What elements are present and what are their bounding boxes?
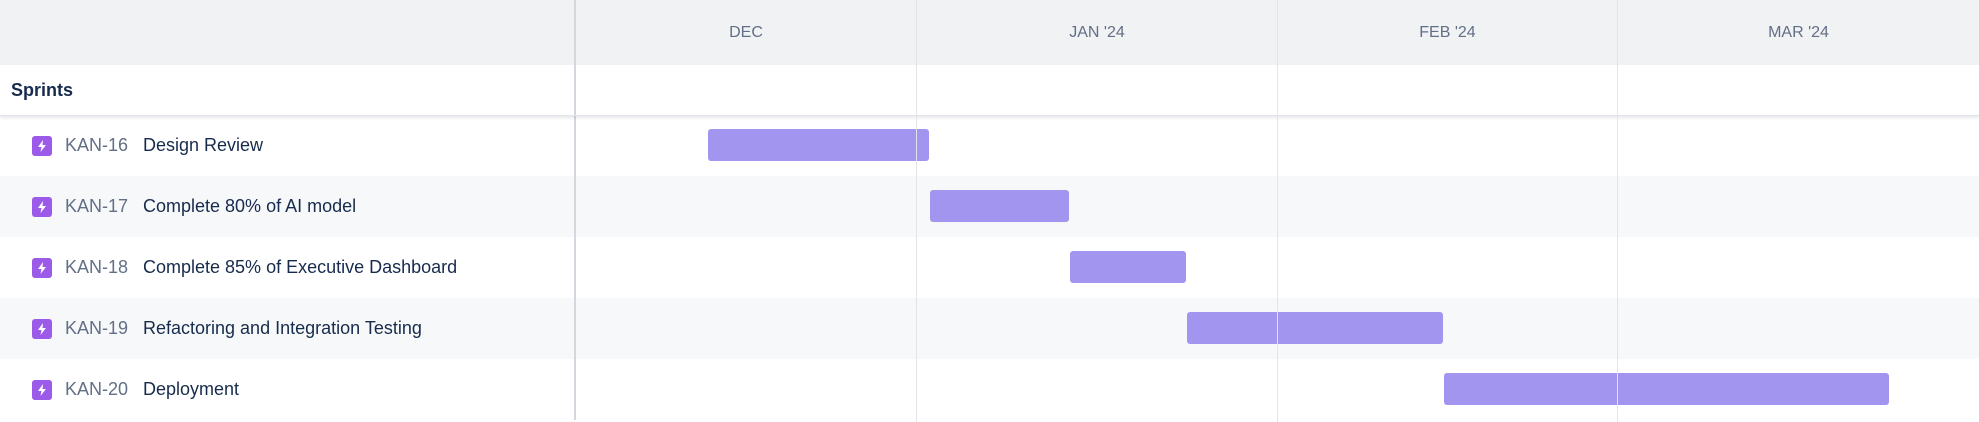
timeline-row-kan-17[interactable]: KAN-17 Complete 80% of AI model [0, 176, 1979, 237]
issue-title[interactable]: Complete 80% of AI model [143, 176, 356, 237]
timeline-rows: KAN-16 Design Review KAN-17 Complete 80%… [0, 115, 1979, 422]
issue-title[interactable]: Deployment [143, 359, 239, 420]
issue-key[interactable]: KAN-19 [65, 298, 128, 359]
epic-lightning-icon [32, 318, 52, 339]
month-header-feb: FEB '24 [1419, 23, 1476, 41]
epic-lightning-icon [32, 135, 52, 156]
timeline-row-kan-18[interactable]: KAN-18 Complete 85% of Executive Dashboa… [0, 237, 1979, 298]
schedule-bar-kan-18[interactable] [1070, 251, 1186, 283]
issue-key[interactable]: KAN-16 [65, 115, 128, 176]
group-row-sprints[interactable]: Sprints [0, 65, 1979, 116]
issue-title[interactable]: Refactoring and Integration Testing [143, 298, 422, 359]
timeline-row-kan-16[interactable]: KAN-16 Design Review [0, 115, 1979, 176]
row-list-cell[interactable]: KAN-19 Refactoring and Integration Testi… [0, 298, 576, 359]
issue-title[interactable]: Complete 85% of Executive Dashboard [143, 237, 457, 298]
issue-title[interactable]: Design Review [143, 115, 263, 176]
epic-lightning-icon [32, 379, 52, 400]
header-list-column [0, 0, 576, 65]
month-header-jan: JAN '24 [1069, 23, 1125, 41]
timeline-view: DEC JAN '24 FEB '24 MAR '24 Sprints KAN-… [0, 0, 1979, 422]
issue-key[interactable]: KAN-20 [65, 359, 128, 420]
row-list-cell[interactable]: KAN-17 Complete 80% of AI model [0, 176, 576, 237]
row-list-cell[interactable]: KAN-16 Design Review [0, 115, 576, 176]
group-title: Sprints [11, 80, 74, 100]
epic-lightning-icon [32, 257, 52, 278]
issue-key[interactable]: KAN-18 [65, 237, 128, 298]
timeline-row-kan-20[interactable]: KAN-20 Deployment [0, 359, 1979, 420]
issue-key[interactable]: KAN-17 [65, 176, 128, 237]
schedule-bar-kan-19[interactable] [1187, 312, 1443, 344]
month-header-mar: MAR '24 [1768, 23, 1829, 41]
schedule-bar-kan-20[interactable] [1444, 373, 1889, 405]
timeline-row-kan-19[interactable]: KAN-19 Refactoring and Integration Testi… [0, 298, 1979, 359]
group-list-cell: Sprints [0, 65, 576, 115]
month-header-dec: DEC [729, 23, 763, 41]
schedule-bar-kan-16[interactable] [708, 129, 929, 161]
epic-lightning-icon [32, 196, 52, 217]
schedule-bar-kan-17[interactable] [930, 190, 1069, 222]
timeline-header: DEC JAN '24 FEB '24 MAR '24 [0, 0, 1979, 66]
row-list-cell[interactable]: KAN-18 Complete 85% of Executive Dashboa… [0, 237, 576, 298]
row-list-cell[interactable]: KAN-20 Deployment [0, 359, 576, 420]
